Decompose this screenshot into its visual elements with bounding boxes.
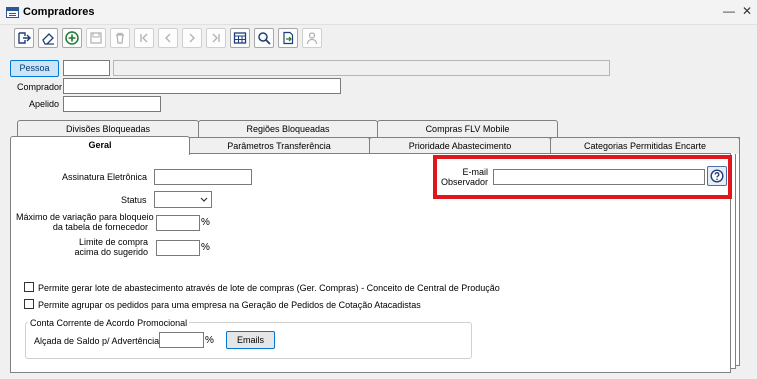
limite-compra-input[interactable]	[156, 240, 200, 256]
tab-divisoes-bloqueadas[interactable]: Divisões Bloqueadas	[17, 120, 199, 137]
previous-record-button[interactable]	[158, 28, 178, 48]
assinatura-input[interactable]	[154, 169, 252, 185]
search-button[interactable]	[254, 28, 274, 48]
chevron-right-icon	[189, 33, 195, 43]
max-variacao-label-line2: da tabela de fornecedor	[52, 222, 148, 232]
emails-button[interactable]: Emails	[226, 331, 275, 349]
pessoa-name-field	[113, 60, 610, 76]
tab-prioridade-abastecimento[interactable]: Prioridade Abastecimento	[369, 137, 551, 154]
chevron-down-icon	[200, 197, 208, 202]
apelido-input[interactable]	[63, 96, 161, 112]
conta-corrente-group-title: Conta Corrente de Acordo Promocional	[28, 318, 190, 328]
last-record-button[interactable]	[206, 28, 226, 48]
next-record-button[interactable]	[182, 28, 202, 48]
delete-button[interactable]	[110, 28, 130, 48]
user-button[interactable]	[302, 28, 322, 48]
lote-abastecimento-checkbox[interactable]	[24, 282, 34, 292]
help-button[interactable]	[707, 166, 727, 186]
document-arrow-icon	[283, 31, 294, 45]
tab-compras-flv-mobile[interactable]: Compras FLV Mobile	[377, 120, 558, 137]
max-variacao-input[interactable]	[156, 215, 200, 231]
lote-abastecimento-label: Permite gerar lote de abastecimento atra…	[38, 283, 500, 293]
question-icon	[710, 169, 724, 183]
apelido-label: Apelido	[29, 99, 60, 109]
assinatura-label: Assinatura Eletrônica	[62, 172, 148, 182]
eraser-icon	[42, 33, 54, 45]
minimize-button[interactable]: —	[722, 4, 736, 18]
tab-categorias-permitidas-encarte[interactable]: Categorias Permitidas Encarte	[550, 137, 740, 154]
close-button[interactable]: ✕	[740, 4, 754, 18]
limite-compra-label-line2: acima do sugerido	[74, 247, 148, 257]
max-variacao-percent: %	[201, 217, 210, 228]
pessoa-code-input[interactable]	[63, 60, 110, 76]
limite-compra-label: Limite de compra acima do sugerido	[60, 237, 148, 257]
max-variacao-label: Máximo de variação para bloqueio da tabe…	[16, 212, 154, 232]
last-icon	[212, 33, 220, 43]
tab-parametros-transferencia[interactable]: Parâmetros Transferência	[188, 137, 370, 154]
grid-view-button[interactable]	[230, 28, 250, 48]
first-record-button[interactable]	[134, 28, 154, 48]
exit-icon	[18, 32, 31, 44]
save-button[interactable]	[86, 28, 106, 48]
alcada-percent: %	[205, 335, 214, 346]
agrupar-pedidos-label: Permite agrupar os pedidos para uma empr…	[38, 300, 421, 310]
window-title: Compradores	[23, 6, 95, 18]
agrupar-pedidos-checkbox[interactable]	[24, 299, 34, 309]
plus-circle-icon	[65, 31, 79, 45]
highlight-box	[433, 155, 732, 199]
title-bar	[0, 0, 757, 25]
search-icon	[258, 32, 271, 45]
export-button[interactable]	[278, 28, 298, 48]
trash-icon	[116, 32, 124, 44]
alcada-input[interactable]	[159, 332, 204, 348]
max-variacao-label-line1: Máximo de variação para bloqueio	[16, 212, 154, 222]
table-icon	[233, 32, 247, 44]
chevron-left-icon	[165, 33, 171, 43]
user-icon	[306, 32, 318, 45]
first-icon	[140, 33, 148, 43]
tab-geral[interactable]: Geral	[10, 136, 190, 155]
limite-compra-percent: %	[201, 242, 210, 253]
comprador-input[interactable]	[63, 78, 341, 94]
status-select[interactable]	[154, 191, 212, 208]
exit-button[interactable]	[14, 28, 34, 48]
status-label: Status	[121, 195, 147, 205]
limite-compra-label-line1: Limite de compra	[78, 237, 148, 247]
tab-regioes-bloqueadas[interactable]: Regiões Bloqueadas	[198, 120, 378, 137]
alcada-label: Alçada de Saldo p/ Advertência	[34, 336, 160, 346]
window-icon	[6, 7, 19, 18]
pessoa-button[interactable]: Pessoa	[10, 60, 59, 77]
clear-button[interactable]	[38, 28, 58, 48]
comprador-label: Comprador	[17, 82, 63, 92]
save-icon	[90, 32, 102, 44]
add-button[interactable]	[62, 28, 82, 48]
